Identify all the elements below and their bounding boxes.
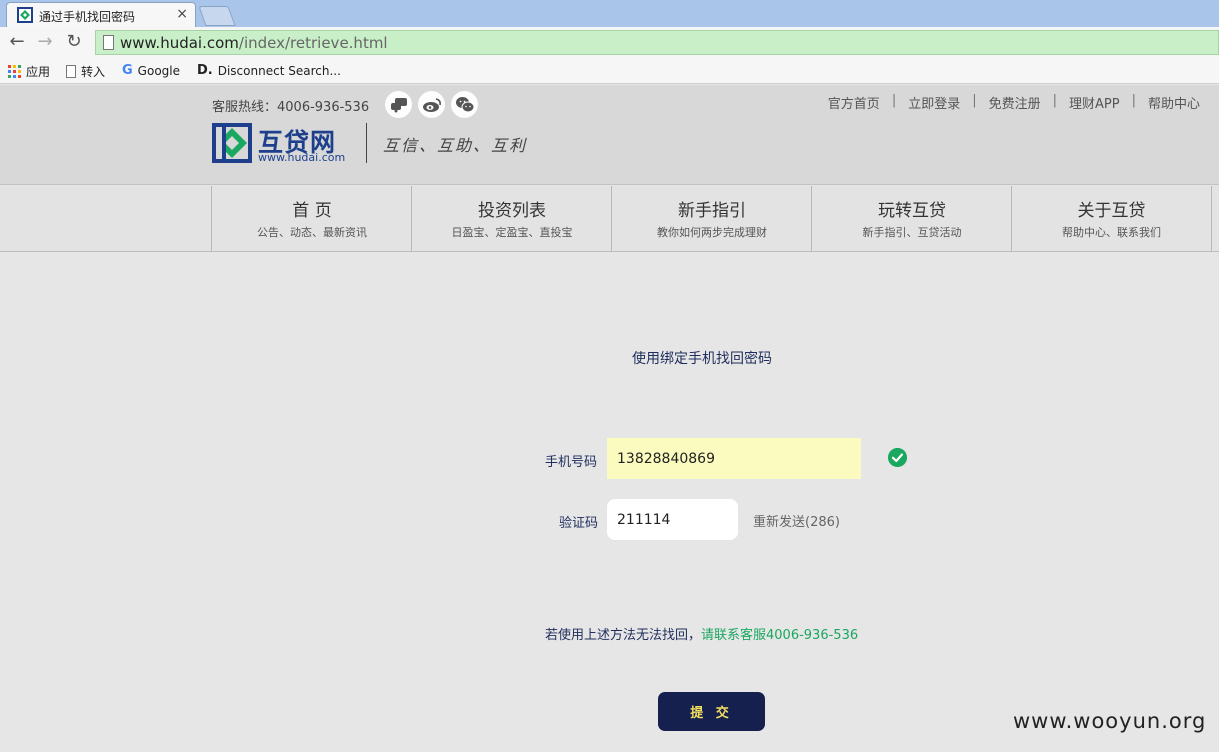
nav-title: 首 页 bbox=[292, 201, 332, 221]
address-bar[interactable]: www.hudai.com/index/retrieve.html bbox=[95, 30, 1219, 55]
hudai-favicon-icon bbox=[17, 7, 33, 23]
separator: | bbox=[891, 93, 897, 108]
help-text: 若使用上述方法无法找回， bbox=[545, 628, 702, 643]
nav-subtitle: 教你如何两步完成理财 bbox=[657, 226, 767, 239]
page-icon bbox=[66, 65, 76, 78]
disconnect-icon: D. bbox=[197, 63, 213, 78]
reload-icon[interactable]: ↻ bbox=[63, 31, 85, 53]
hotline: 客服热线：4006-936-536 bbox=[212, 100, 370, 115]
verification-code-input[interactable] bbox=[607, 499, 738, 540]
submit-button[interactable]: 提 交 bbox=[658, 692, 765, 731]
bookmark-label: Disconnect Search... bbox=[217, 63, 341, 78]
bookmark-label: 应用 bbox=[26, 65, 51, 79]
nav-subtitle: 公告、动态、最新资讯 bbox=[257, 226, 367, 239]
nav-title: 新手指引 bbox=[678, 201, 746, 221]
nav-item-guide[interactable]: 新手指引 教你如何两步完成理财 bbox=[611, 186, 812, 251]
site-logo[interactable]: 互贷网 www.hudai.com bbox=[212, 123, 352, 165]
site-header: 客服热线：4006-936-536 官方首页 | 立即登录 | 免费注册 | 理… bbox=[0, 85, 1219, 185]
separator: | bbox=[972, 93, 977, 108]
browser-tabbar: 通过手机找回密码 × bbox=[0, 0, 1219, 27]
bookmark-label: 转入 bbox=[81, 65, 106, 79]
nav-title: 投资列表 bbox=[478, 201, 546, 221]
contact-support-link[interactable]: 请联系客服4006-936-536 bbox=[701, 628, 858, 643]
form-title: 使用绑定手机找回密码 bbox=[632, 351, 772, 367]
weibo-icon[interactable] bbox=[418, 91, 445, 118]
separator: | bbox=[1052, 93, 1058, 108]
nav-title: 关于互贷 bbox=[1077, 201, 1146, 221]
check-icon bbox=[888, 448, 907, 467]
forward-arrow-icon[interactable]: → bbox=[34, 31, 56, 53]
main-nav: 首 页 公告、动态、最新资讯 投资列表 日盈宝、定盈宝、直投宝 新手指引 教你如… bbox=[0, 186, 1219, 252]
link-home[interactable]: 官方首页 bbox=[828, 93, 880, 112]
code-label: 验证码 bbox=[559, 516, 599, 531]
nav-item-play[interactable]: 玩转互贷 新手指引、互贷活动 bbox=[811, 186, 1012, 251]
wechat-icon[interactable] bbox=[451, 91, 478, 118]
link-login[interactable]: 立即登录 bbox=[908, 93, 960, 112]
nav-item-home[interactable]: 首 页 公告、动态、最新资讯 bbox=[211, 186, 412, 251]
phone-label: 手机号码 bbox=[545, 455, 598, 470]
watermark: www.wooyun.org bbox=[1013, 709, 1207, 733]
url-domain: www.hudai.com bbox=[120, 34, 239, 52]
nav-subtitle: 新手指引、互贷活动 bbox=[862, 226, 962, 239]
google-icon: G bbox=[122, 63, 133, 78]
separator: | bbox=[1131, 93, 1136, 108]
nav-item-invest[interactable]: 投资列表 日盈宝、定盈宝、直投宝 bbox=[411, 186, 612, 251]
resend-code-button[interactable]: 重新发送(286) bbox=[753, 511, 840, 530]
browser-toolbar: ← → ↻ www.hudai.com/index/retrieve.html bbox=[0, 27, 1219, 58]
close-icon[interactable]: × bbox=[176, 6, 188, 22]
page-icon bbox=[103, 35, 114, 50]
nav-subtitle: 帮助中心、联系我们 bbox=[1062, 226, 1161, 239]
back-arrow-icon[interactable]: ← bbox=[6, 31, 28, 53]
phone-input[interactable] bbox=[607, 438, 861, 479]
bookmarks-bar: 应用 转入 G Google D. Disconnect Search... bbox=[0, 58, 1219, 84]
link-help[interactable]: 帮助中心 bbox=[1148, 93, 1200, 112]
chat-icon-svg bbox=[390, 97, 407, 112]
help-line: 若使用上述方法无法找回，请联系客服4006-936-536 bbox=[545, 624, 858, 643]
browser-tab[interactable]: 通过手机找回密码 × bbox=[6, 2, 196, 27]
wechat-icon-svg bbox=[455, 97, 474, 113]
logo-divider bbox=[366, 123, 367, 163]
link-register[interactable]: 免费注册 bbox=[989, 93, 1041, 112]
bookmark-apps[interactable]: 应用 bbox=[8, 63, 50, 80]
chat-icon[interactable] bbox=[385, 91, 412, 118]
url-path: /index/retrieve.html bbox=[238, 34, 388, 52]
bookmark-google[interactable]: G Google bbox=[122, 63, 180, 78]
bookmark-zhuanru[interactable]: 转入 bbox=[66, 63, 105, 80]
nav-title: 玩转互贷 bbox=[878, 201, 946, 221]
logo-url: www.hudai.com bbox=[258, 151, 346, 164]
link-app[interactable]: 理财APP bbox=[1069, 93, 1120, 112]
tab-title: 通过手机找回密码 bbox=[39, 10, 136, 24]
nav-item-about[interactable]: 关于互贷 帮助中心、联系我们 bbox=[1011, 186, 1212, 251]
apps-grid-icon bbox=[8, 65, 21, 78]
hudai-logo-icon bbox=[212, 123, 252, 163]
bookmark-disconnect[interactable]: D. Disconnect Search... bbox=[197, 63, 341, 78]
top-links: 官方首页 | 立即登录 | 免费注册 | 理财APP | 帮助中心 bbox=[828, 93, 1200, 112]
weibo-icon-svg bbox=[422, 97, 441, 112]
slogan: 互信、互助、互利 bbox=[383, 136, 528, 155]
nav-subtitle: 日盈宝、定盈宝、直投宝 bbox=[451, 226, 573, 239]
new-tab-button[interactable] bbox=[198, 6, 236, 26]
address-url: www.hudai.com/index/retrieve.html bbox=[120, 34, 388, 52]
bookmark-label: Google bbox=[137, 63, 180, 78]
